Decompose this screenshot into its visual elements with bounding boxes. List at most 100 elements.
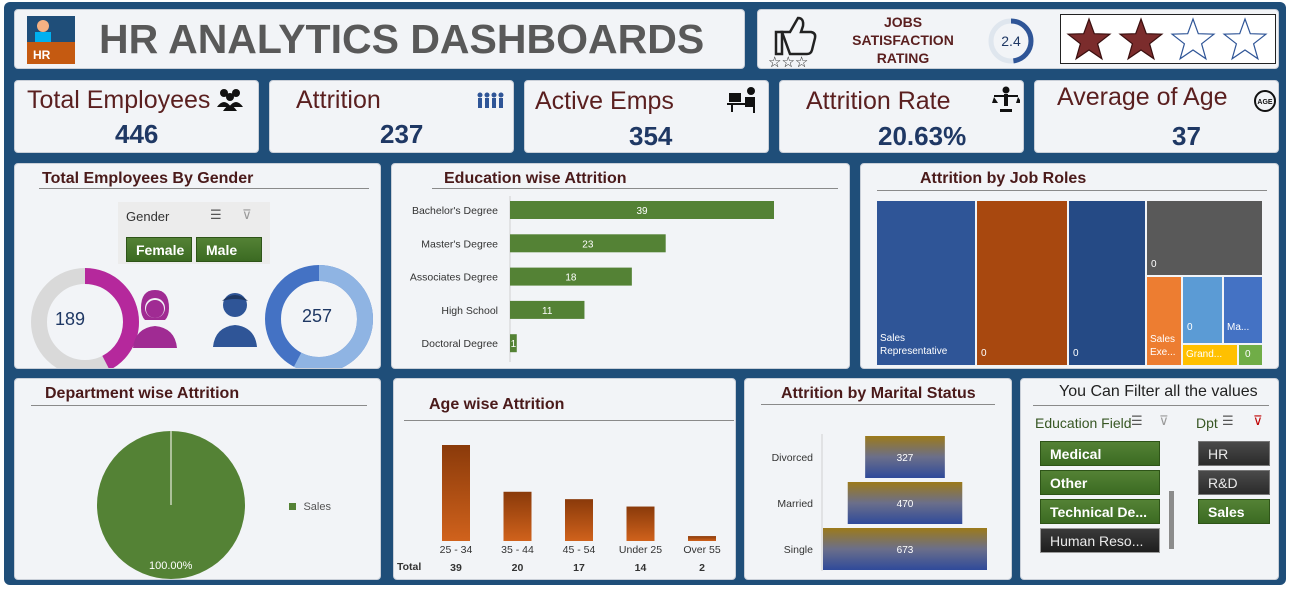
treemap: Sales Representative 0 0 0 Sales Exe... … [877, 201, 1262, 365]
category-label: Associates Degree [410, 272, 498, 284]
treemap-label: Sales Exe... [1150, 334, 1176, 358]
jobrole-panel: Attrition by Job Roles Sales Representat… [860, 163, 1279, 369]
kpi-label: Average of Age [1057, 83, 1228, 111]
age-bar-chart: 25 - 34 39 35 - 44 20 45 - 54 17 Under 25 14 Ove… [397, 445, 721, 574]
clear-filter-icon[interactable]: ⊽ [1159, 414, 1169, 429]
education-option-technical[interactable]: Technical De... [1040, 499, 1160, 524]
dept-option-hr[interactable]: HR [1198, 441, 1270, 466]
treemap-tile-4[interactable]: 0 [1147, 201, 1262, 275]
kpi-value: 20.63% [878, 121, 967, 151]
treemap-tile-6[interactable]: 0 [1183, 277, 1222, 343]
bar [442, 445, 470, 541]
gender-panel: Total Employees By Gender Gender ☰ ⊽ Fem… [14, 163, 381, 369]
treemap-tile-sales-executive[interactable]: Sales Exe... [1147, 277, 1181, 365]
treemap-label: 0 [1187, 322, 1193, 333]
category-label: Doctoral Degree [422, 338, 499, 350]
data-label: 18 [565, 273, 577, 284]
education-option-medical[interactable]: Medical [1040, 441, 1160, 466]
data-label: 17 [573, 562, 585, 574]
divider [1033, 405, 1269, 406]
category-label: Married [777, 498, 813, 510]
dept-option-sales[interactable]: Sales [1198, 499, 1270, 524]
filter-panel-title: You Can Filter all the values [1059, 383, 1258, 400]
divider [39, 188, 369, 189]
category-label: 35 - 44 [501, 544, 534, 556]
divider [31, 405, 367, 406]
rating-label-line1: JOBS [883, 14, 923, 30]
female-count: 189 [55, 309, 86, 329]
department-panel: Department wise Attrition 100.00% Sales [14, 378, 381, 580]
rating-label-line2: SATISFACTION [852, 32, 954, 48]
title-card: HR HR ANALYTICS DASHBOARDS [14, 9, 745, 69]
kpi-value: 37 [1172, 121, 1201, 151]
page-title: HR ANALYTICS DASHBOARDS [99, 16, 705, 62]
kpi-label: Attrition Rate [806, 87, 951, 115]
rating-card: ☆☆☆ JOBS SATISFACTION RATING 2.4 [757, 9, 1279, 69]
male-avatar-icon [213, 293, 257, 347]
treemap-tile-grand[interactable]: Grand... [1183, 345, 1237, 365]
department-panel-title: Department wise Attrition [45, 385, 240, 402]
clear-filter-icon[interactable]: ⊽ [242, 208, 252, 223]
pie-slice-label: 100.00% [149, 560, 193, 572]
data-label: 327 [897, 453, 914, 464]
treemap-label: 0 [1151, 259, 1157, 270]
kpi-attrition-rate: Attrition Rate 20.63% [779, 80, 1024, 153]
gender-panel-title: Total Employees By Gender [42, 170, 254, 187]
star-rating [1060, 14, 1276, 64]
treemap-tile-sales-representative[interactable]: Sales Representative [877, 201, 975, 365]
category-label: Master's Degree [421, 238, 498, 250]
kpi-value: 354 [629, 121, 673, 151]
kpi-total-employees: Total Employees 446 [14, 80, 259, 153]
education-panel-title: Education wise Attrition [444, 170, 627, 187]
people-group-icon [217, 89, 243, 111]
treemap-label: 0 [981, 348, 987, 359]
category-label: Under 25 [619, 544, 662, 556]
education-option-other[interactable]: Other [1040, 470, 1160, 495]
rating-label-line3: RATING [876, 50, 930, 66]
clear-filter-icon[interactable]: ⊽ [1253, 414, 1263, 429]
data-label: 470 [897, 499, 914, 510]
category-label: Single [784, 544, 813, 556]
dept-option-rd[interactable]: R&D [1198, 470, 1270, 495]
data-label: 11 [542, 306, 553, 317]
pie-legend: Sales [289, 497, 331, 515]
treemap-label: Sales Representative [880, 333, 948, 357]
filter-panel: You Can Filter all the values Education … [1020, 378, 1279, 580]
category-label: 25 - 34 [440, 544, 473, 556]
divider [432, 188, 838, 189]
treemap-label: 0 [1073, 348, 1079, 359]
category-label: Bachelor's Degree [412, 205, 498, 217]
kpi-label: Active Emps [535, 87, 674, 115]
slicer-scrollbar[interactable] [1169, 491, 1174, 549]
category-label: Over 55 [683, 544, 721, 556]
people-leaving-icon [477, 92, 504, 108]
education-bar-chart: Bachelor's Degree 39 Master's Degree 23 Asso… [410, 196, 774, 362]
legend-swatch [289, 503, 296, 510]
multi-select-icon[interactable]: ☰ [1131, 414, 1143, 429]
treemap-tile-3[interactable]: 0 [1069, 201, 1145, 365]
multi-select-icon[interactable]: ☰ [210, 208, 222, 223]
kpi-value: 446 [115, 119, 159, 149]
data-label: 673 [897, 545, 914, 556]
treemap-tile-2[interactable]: 0 [977, 201, 1067, 365]
svg-text:AGE: AGE [1257, 99, 1273, 106]
legend-label: Sales [303, 501, 331, 513]
data-label: 1 [511, 339, 517, 350]
divider [877, 190, 1267, 191]
multi-select-icon[interactable]: ☰ [1222, 414, 1234, 429]
hr-desk-icon: HR [27, 16, 75, 64]
category-label: 45 - 54 [563, 544, 596, 556]
male-count: 257 [302, 306, 333, 326]
data-label: 14 [635, 562, 647, 574]
department-pie-chart [97, 431, 245, 579]
data-label: 2 [699, 562, 705, 574]
bar [565, 499, 593, 541]
education-option-human-resources[interactable]: Human Reso... [1040, 528, 1160, 553]
education-panel: Education wise Attrition Bachelor's Degr… [391, 163, 850, 369]
female-avatar-icon [133, 290, 177, 348]
treemap-tile-9[interactable]: 0 [1239, 345, 1262, 365]
rating-label: JOBS SATISFACTION RATING [843, 13, 963, 67]
marital-panel: Attrition by Marital Status Divorced 327 M… [744, 378, 1012, 580]
star-empty-icon [1222, 17, 1268, 61]
treemap-tile-manager[interactable]: Ma... [1224, 277, 1262, 343]
